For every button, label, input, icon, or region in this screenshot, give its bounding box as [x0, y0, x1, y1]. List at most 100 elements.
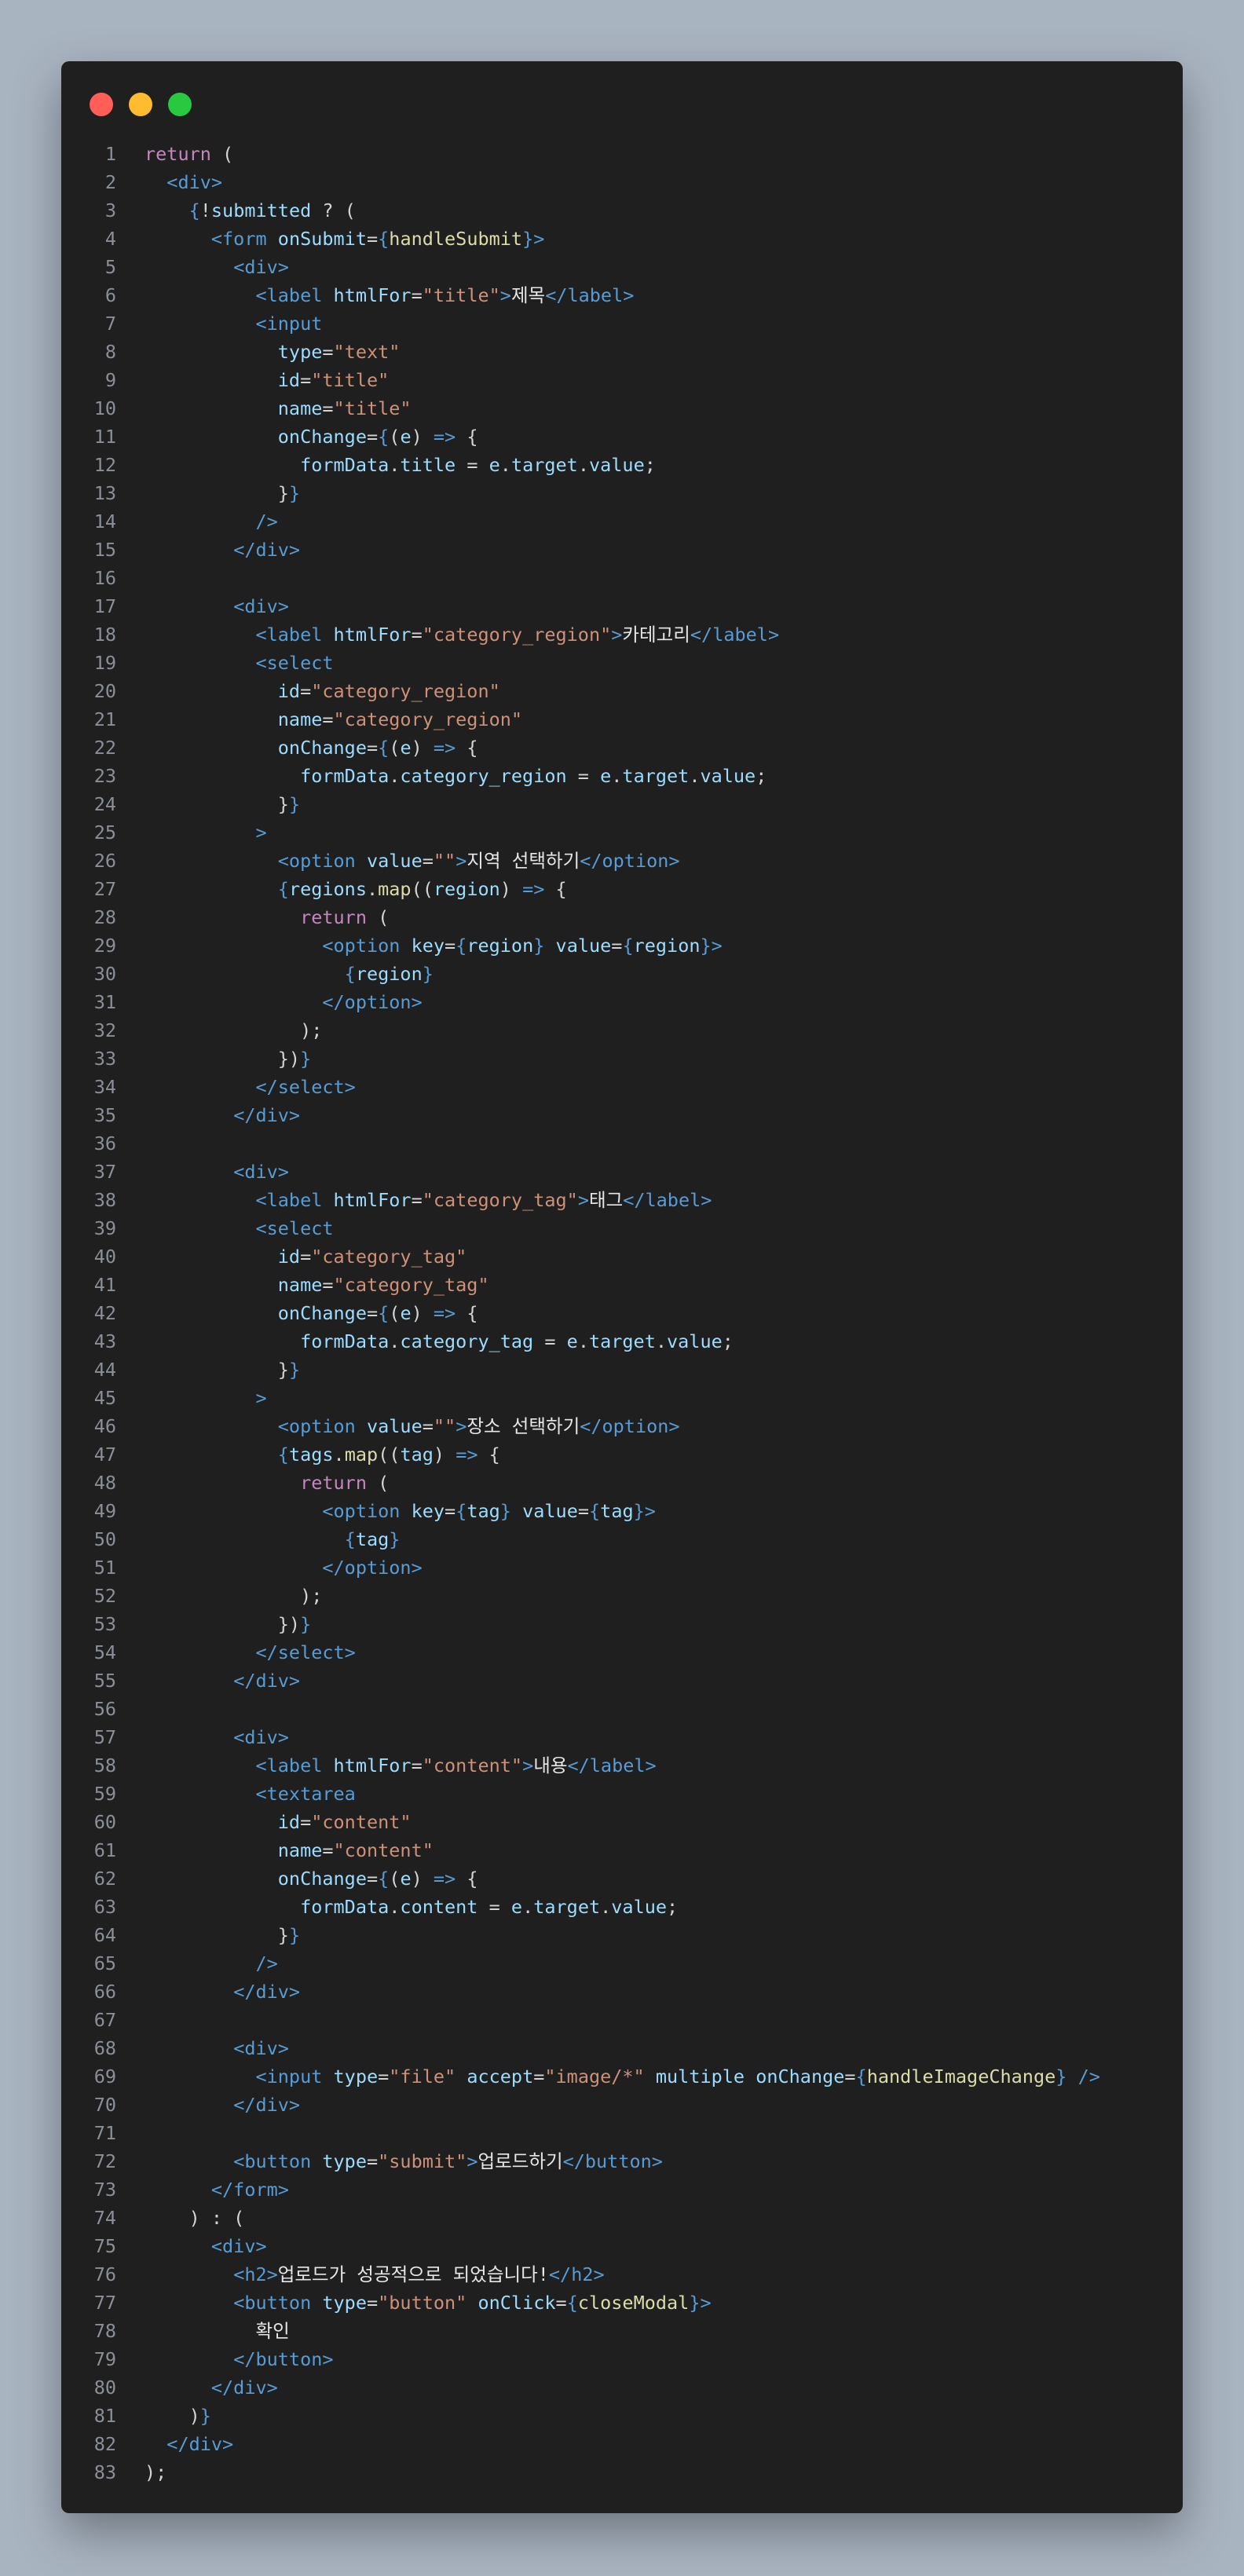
- code-token: htmlFor: [333, 1755, 412, 1776]
- code-token: .: [522, 1896, 534, 1918]
- code-token: accept: [466, 2066, 534, 2088]
- code-token: name: [277, 708, 323, 730]
- code-token: ? (: [311, 199, 356, 221]
- minimize-dot-icon[interactable]: [129, 93, 152, 116]
- code-token: }: [288, 793, 301, 815]
- code-line: 81 )}: [61, 2402, 1183, 2430]
- close-dot-icon[interactable]: [90, 93, 113, 116]
- code-token: category_tag: [400, 1330, 534, 1352]
- code-token: {: [456, 1868, 478, 1890]
- code-token: {: [344, 1528, 356, 1550]
- code-line: 53 })}: [61, 1610, 1183, 1638]
- code-token: .: [389, 454, 401, 476]
- line-number: 20: [93, 680, 116, 702]
- code-text: />: [116, 507, 277, 536]
- code-token: </div>: [210, 2377, 278, 2399]
- code-line: 74 ) : (: [61, 2204, 1183, 2232]
- code-token: 태그: [588, 1189, 624, 1211]
- code-token: =>: [433, 737, 456, 759]
- code-text: ) : (: [116, 2204, 245, 2232]
- code-text: <label htmlFor="category_region">카테고리</l…: [116, 620, 779, 649]
- code-line: 4 <form onSubmit={handleSubmit}>: [61, 225, 1183, 253]
- line-number: 43: [93, 1330, 116, 1352]
- code-line: 47 {tags.map((tag) => {: [61, 1440, 1183, 1469]
- code-token: ;: [722, 1330, 734, 1352]
- code-token: {: [477, 1444, 500, 1465]
- code-token: =: [844, 2066, 856, 2088]
- line-number: 74: [93, 2207, 116, 2229]
- code-token: .: [689, 765, 701, 787]
- code-line: 1 return (: [61, 140, 1183, 168]
- code-token: </option>: [322, 991, 423, 1013]
- code-text: <option key={region} value={region}>: [116, 931, 722, 960]
- code-line: 41 name="category_tag": [61, 1271, 1183, 1299]
- code-token: "title": [311, 369, 390, 391]
- line-number: 81: [93, 2405, 116, 2427]
- code-token: <label: [255, 1755, 323, 1776]
- code-token: !: [199, 199, 211, 221]
- code-text: </div>: [116, 1667, 300, 1695]
- code-token: }: [633, 1500, 645, 1522]
- code-text: >: [116, 1384, 266, 1412]
- code-token: }: [700, 935, 712, 957]
- code-line: 76 <h2>업로드가 성공적으로 되었습니다!</h2>: [61, 2260, 1183, 2289]
- code-text: <div>: [116, 168, 222, 196]
- line-number: 48: [93, 1472, 116, 1494]
- code-token: =: [411, 1189, 423, 1211]
- code-text: </div>: [116, 1101, 300, 1129]
- code-token: =: [411, 284, 423, 306]
- code-token: <div>: [166, 171, 223, 193]
- line-number: 82: [93, 2433, 116, 2455]
- code-text: id="category_tag": [116, 1242, 467, 1271]
- code-line: 60 id="content": [61, 1808, 1183, 1836]
- code-token: value: [555, 935, 612, 957]
- code-text: <input type="file" accept="image/*" mult…: [116, 2062, 1099, 2091]
- line-number: 21: [93, 708, 116, 730]
- line-number: 61: [93, 1839, 116, 1861]
- code-line: 23 formData.category_region = e.target.v…: [61, 762, 1183, 790]
- code-token: <button: [233, 2150, 312, 2172]
- code-text: <button type="submit">업로드하기</button>: [116, 2147, 663, 2175]
- code-token: }: [499, 1500, 511, 1522]
- code-text: <option value="">지역 선택하기</option>: [116, 847, 680, 875]
- code-text: return (: [116, 1469, 389, 1497]
- code-token: (: [389, 1302, 401, 1324]
- code-text: <textarea: [116, 1780, 355, 1808]
- code-token: }: [145, 1924, 289, 1946]
- line-number: 50: [93, 1528, 116, 1550]
- code-token: .: [333, 1444, 345, 1465]
- line-number: 8: [104, 341, 116, 363]
- code-token: }: [389, 1528, 401, 1550]
- maximize-dot-icon[interactable]: [168, 93, 192, 116]
- code-text: );: [116, 1582, 322, 1610]
- code-token: multiple: [655, 2066, 745, 2088]
- code-token: .: [389, 765, 401, 787]
- code-line: 15 </div>: [61, 536, 1183, 564]
- code-text: )}: [116, 2402, 211, 2430]
- code-text: onChange={(e) => {: [116, 423, 478, 451]
